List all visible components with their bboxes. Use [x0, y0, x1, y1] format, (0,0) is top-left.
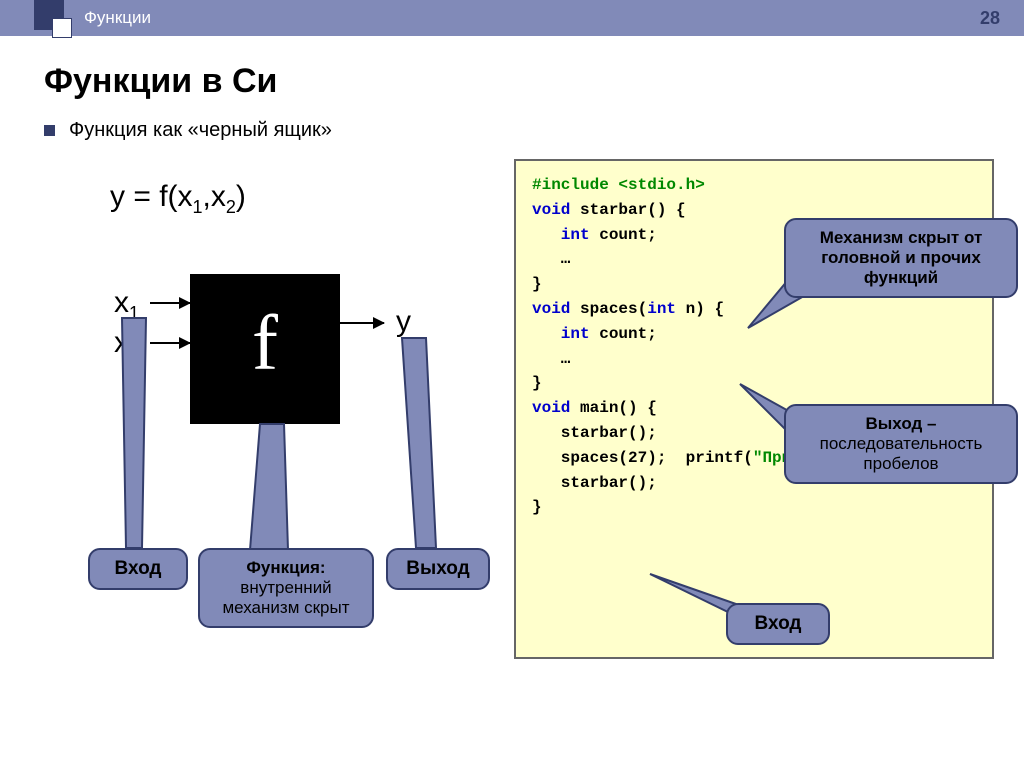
slide-header: Функции	[0, 0, 1024, 36]
equation: y = f(x1,x2)	[110, 180, 490, 218]
callout-output: Выход	[386, 548, 490, 590]
callout-tail-icon	[240, 424, 300, 550]
bullet-item: Функция как «черный ящик»	[44, 119, 1024, 142]
arrow-icon	[340, 322, 384, 324]
callout-tail-icon	[400, 338, 450, 548]
callout-tail-icon	[650, 574, 740, 614]
section-title: Функции	[84, 8, 151, 28]
callout-input-code: Вход	[726, 603, 830, 645]
bullet-icon	[44, 125, 55, 136]
page-number: 28	[980, 8, 1000, 29]
blackbox-diagram: y = f(x1,x2) f x1 x2 y Вход Функция:внут…	[60, 168, 490, 728]
callout-input: Вход	[88, 548, 188, 590]
output-y-label: y	[396, 305, 411, 339]
bullet-text: Функция как «черный ящик»	[69, 119, 332, 142]
logo-squares-icon	[34, 0, 72, 38]
callout-function: Функция:внутренний механизм скрыт	[198, 548, 374, 628]
callout-tail-icon	[122, 318, 172, 548]
black-box: f	[190, 274, 340, 424]
callout-mechanism: Механизм скрыт от головной и прочих функ…	[784, 218, 1018, 298]
arrow-icon	[150, 302, 190, 304]
slide-title: Функции в Си	[44, 62, 1024, 101]
callout-output-seq: Выход –последовательность пробелов	[784, 404, 1018, 484]
